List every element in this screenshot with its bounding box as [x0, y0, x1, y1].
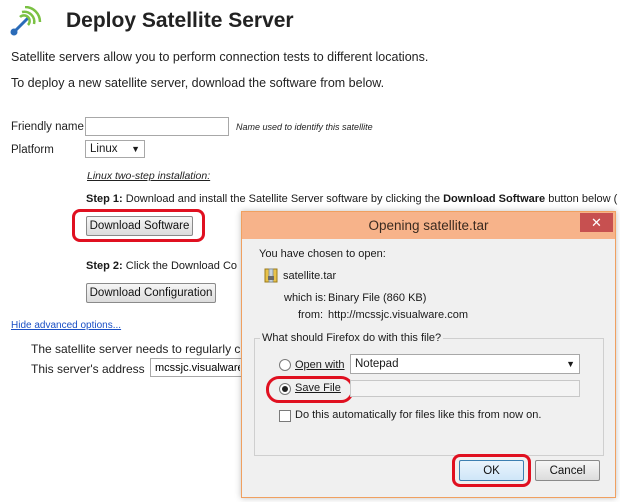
satellite-logo-icon [8, 5, 42, 36]
which-is-label: which is: [284, 292, 327, 304]
step2-prefix: Step 2: [86, 260, 123, 272]
open-with-radio[interactable] [279, 359, 291, 371]
save-file-radio-dot [282, 386, 288, 392]
platform-label: Platform [11, 144, 54, 156]
open-with-app-value: Notepad [355, 358, 399, 370]
open-with-text: Open with [295, 359, 345, 371]
download-configuration-button[interactable]: Download Configuration [86, 283, 216, 303]
close-icon[interactable]: ✕ [580, 213, 613, 232]
platform-select[interactable]: Linux ▼ [85, 140, 145, 158]
step1-prefix: Step 1: [86, 193, 123, 205]
friendly-name-hint: Name used to identify this satellite [236, 122, 373, 132]
open-with-app-select[interactable]: Notepad ▼ [350, 354, 580, 374]
friendly-name-label: Friendly name [11, 121, 84, 133]
dialog-title: Opening satellite.tar [368, 218, 489, 233]
which-is-value: Binary File (860 KB) [328, 292, 427, 304]
open-with-label: Open with [295, 359, 345, 371]
chosen-text: You have chosen to open: [259, 248, 386, 260]
step1-suffix: button below ( [545, 193, 618, 205]
page-title: Deploy Satellite Server [66, 9, 294, 32]
open-file-dialog: Opening satellite.tar ✕ You have chosen … [241, 211, 616, 498]
intro-text-2: To deploy a new satellite server, downlo… [11, 76, 385, 90]
ok-button[interactable]: OK [459, 460, 524, 481]
archive-file-icon [264, 268, 278, 283]
intro-text-1: Satellite servers allow you to perform c… [11, 50, 429, 64]
file-name: satellite.tar [283, 270, 337, 282]
save-file-radio[interactable] [279, 383, 291, 395]
server-address-input[interactable] [150, 358, 245, 377]
step2-body: Click the Download Co [122, 260, 238, 272]
auto-checkbox[interactable] [279, 410, 291, 422]
install-heading: Linux two-step installation: [87, 170, 211, 182]
cancel-button[interactable]: Cancel [535, 460, 600, 481]
save-file-path-field [350, 380, 580, 397]
action-question: What should Firefox do with this file? [260, 332, 444, 344]
from-value: http://mcssjc.visualware.com [328, 309, 468, 321]
step2-text: Step 2: Click the Download Co [86, 260, 237, 272]
hide-advanced-link[interactable]: Hide advanced options... [11, 320, 121, 331]
step1-body: Download and install the Satellite Serve… [122, 193, 444, 205]
friendly-name-input[interactable] [85, 117, 229, 136]
step1-bold: Download Software [443, 193, 546, 205]
auto-label: Do this automatically for files like thi… [295, 409, 542, 421]
server-address-label: This server's address [31, 362, 145, 376]
advanced-text: The satellite server needs to regularly … [31, 342, 241, 356]
save-file-text: Save File [295, 382, 341, 394]
from-label: from: [298, 309, 324, 321]
platform-value: Linux [90, 143, 118, 155]
download-software-button[interactable]: Download Software [86, 216, 193, 236]
save-file-label: Save File [295, 382, 341, 394]
step1-text: Step 1: Download and install the Satelli… [86, 193, 617, 205]
chevron-down-icon: ▼ [566, 359, 575, 369]
chevron-down-icon: ▼ [131, 144, 140, 154]
